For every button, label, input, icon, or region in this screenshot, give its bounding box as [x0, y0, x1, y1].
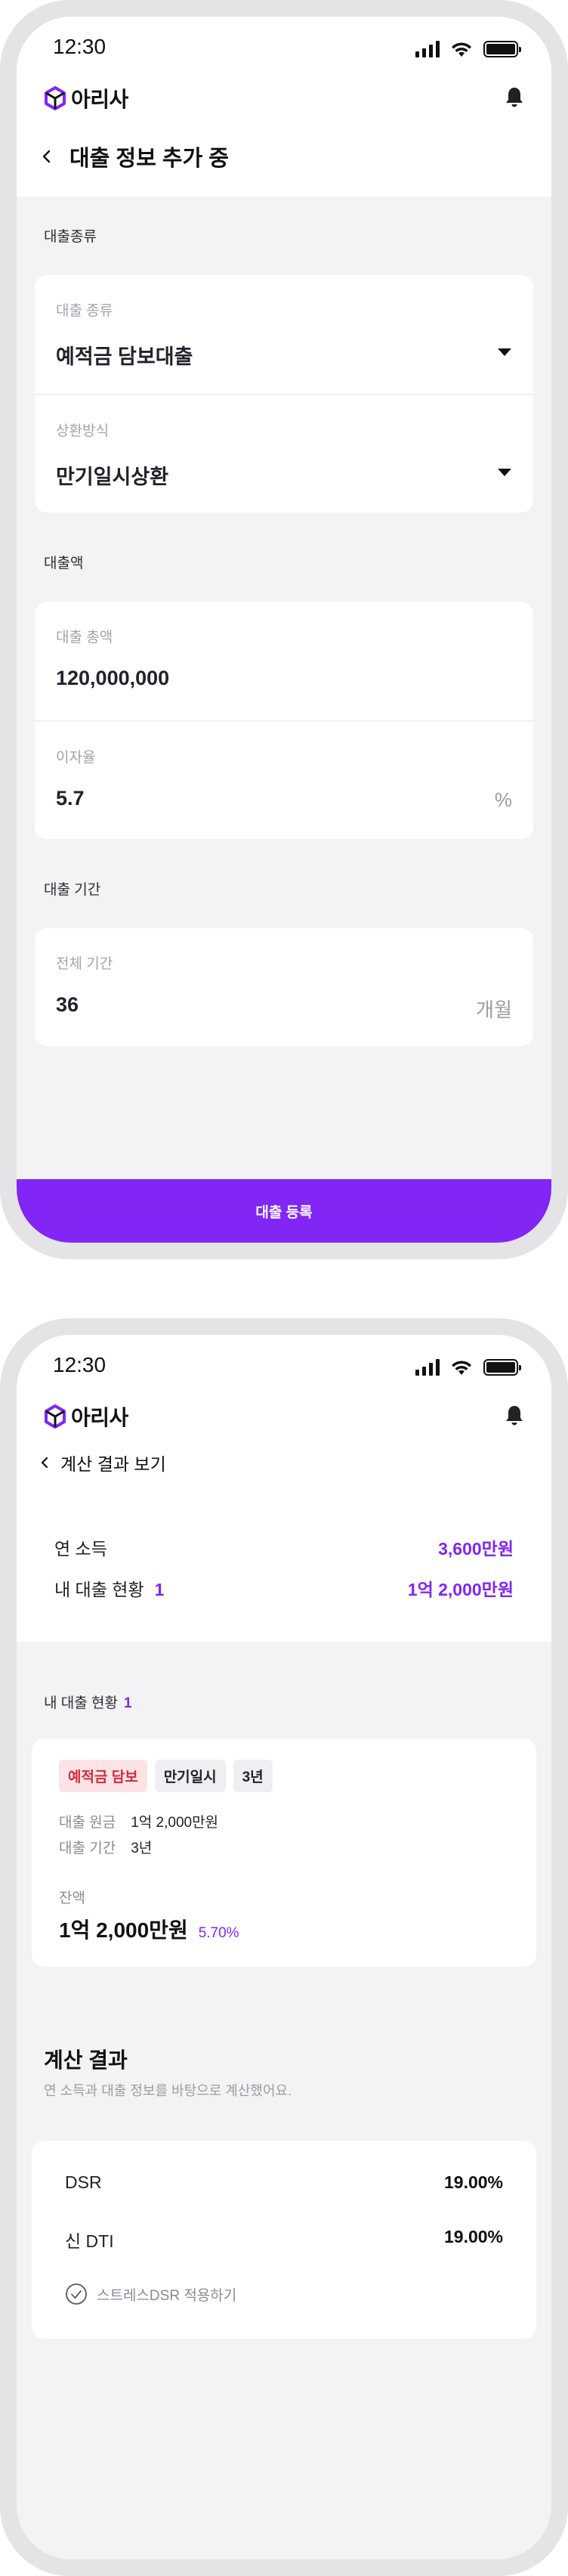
logo-text: 아리사	[71, 88, 128, 111]
register-loan-label: 대출 등록	[255, 1204, 313, 1221]
calc-result-subtitle: 연 소득과 대출 정보를 바탕으로 계산했어요.	[44, 2083, 292, 2098]
cellular-signal-icon	[415, 1359, 440, 1376]
my-loans-label: 내 대출 현황	[44, 1695, 118, 1711]
status-bar: 12:30	[17, 17, 551, 82]
dsr-row: DSR 19.00%	[65, 2172, 503, 2193]
status-time: 12:30	[53, 1353, 106, 1376]
page-header: 계산 결과 보기	[17, 1435, 551, 1491]
check-circle-icon	[66, 2283, 87, 2305]
app-header: 아리사	[17, 1400, 551, 1435]
dti-label: 신 DTI	[65, 2231, 114, 2251]
caret-down-icon	[498, 469, 511, 476]
total-amount-field[interactable]: 대출 총액 120,000,000	[35, 602, 533, 720]
loan-tags: 예적금 담보 만기일시 3년	[59, 1760, 273, 1792]
caret-down-icon	[498, 348, 511, 356]
loan-type-tag: 예적금 담보	[59, 1760, 147, 1792]
interest-rate-value: 5.7	[56, 787, 85, 810]
register-loan-button[interactable]: 대출 등록	[17, 1179, 551, 1243]
interest-rate: 5.70%	[198, 1925, 239, 1941]
repayment-select[interactable]: 상환방식 만기일시상환	[35, 394, 533, 512]
battery-icon	[483, 1359, 521, 1376]
section-label-amount: 대출액	[44, 556, 84, 571]
interest-rate-unit: %	[494, 788, 512, 811]
stress-dsr-toggle[interactable]: 스트레스DSR 적용하기	[65, 2283, 236, 2305]
battery-icon	[483, 41, 521, 57]
calc-result-card: DSR 19.00% 신 DTI 19.00% 스트레스DSR 적용하기	[32, 2141, 536, 2339]
loan-type-card: 대출 종류 예적금 담보대출 상환방식 만기일시상환	[35, 275, 533, 512]
stress-dsr-label: 스트레스DSR 적용하기	[97, 2287, 237, 2304]
my-loans-heading: 내 대출 현황 1	[44, 1692, 132, 1712]
page-header: 대출 정보 추가 중	[17, 116, 551, 197]
result-screen: 12:30 아리사 계산 결과 보기 연 소득 3,600만원 내 대출 현황 …	[17, 1335, 551, 2559]
status-time: 12:30	[53, 35, 106, 58]
loan-status-heading: 내 대출 현황 1	[54, 1575, 164, 1601]
interest-rate-label: 이자율	[56, 750, 96, 766]
balance-row: 1억 2,000만원 5.70%	[59, 1914, 239, 1944]
balance-label: 잔액	[59, 1890, 85, 1906]
phone-frame-result: 12:30 아리사 계산 결과 보기 연 소득 3,600만원 내 대출 현황 …	[0, 1318, 568, 2576]
interest-rate-field[interactable]: 이자율 5.7 %	[35, 720, 533, 839]
principal-label: 대출 원금	[59, 1815, 116, 1831]
back-chevron-icon[interactable]	[41, 149, 53, 164]
status-bar: 12:30	[17, 1335, 551, 1400]
period-tag: 3년	[233, 1760, 273, 1792]
app-logo[interactable]: 아리사	[44, 1401, 128, 1432]
bell-icon[interactable]	[505, 1404, 524, 1426]
total-amount-label: 대출 총액	[56, 630, 113, 646]
period-card: 전체 기간 36 개월	[35, 928, 533, 1046]
back-chevron-icon[interactable]	[39, 1456, 50, 1469]
loan-kind-label: 대출 종류	[56, 303, 113, 319]
loan-period-value: 3년	[131, 1841, 153, 1856]
dti-value: 19.00%	[443, 2227, 503, 2246]
page-title: 대출 정보 추가 중	[69, 147, 229, 171]
status-icons	[415, 38, 521, 57]
bell-icon[interactable]	[505, 86, 524, 107]
loan-kind-select[interactable]: 대출 종류 예적금 담보대출	[35, 275, 533, 394]
loan-status-value: 1억 2,000만원	[407, 1580, 514, 1599]
period-row: 대출 기간 3년	[59, 1837, 152, 1857]
income-value: 3,600만원	[438, 1539, 514, 1559]
period-field[interactable]: 전체 기간 36 개월	[35, 928, 533, 1047]
wifi-icon	[452, 1361, 471, 1375]
app-header: 아리사	[17, 82, 551, 116]
phone-frame-loan-input: 12:30 아리사 대출 정보 추가 중 대출종류 대출 종류 예적금 담보대출…	[0, 0, 568, 1259]
principal-row: 대출 원금 1억 2,000만원	[59, 1811, 218, 1831]
balance-value: 1억 2,000만원	[59, 1918, 188, 1942]
period-unit: 개월	[476, 999, 512, 1021]
repayment-label: 상환방식	[56, 423, 109, 439]
cube-logo-icon	[45, 86, 66, 110]
amount-card: 대출 총액 120,000,000 이자율 5.7 %	[35, 602, 533, 839]
period-label: 전체 기간	[56, 956, 113, 972]
repayment-tag: 만기일시	[154, 1760, 226, 1792]
income-label: 연 소득	[54, 1539, 107, 1559]
wifi-icon	[452, 42, 471, 57]
principal-value: 1억 2,000만원	[131, 1815, 219, 1831]
total-amount-value: 120,000,000	[56, 667, 170, 689]
logo-text: 아리사	[71, 1406, 128, 1429]
cube-logo-icon	[45, 1404, 66, 1429]
repayment-value: 만기일시상환	[56, 466, 169, 488]
cellular-signal-icon	[415, 41, 440, 57]
section-label-loan-type: 대출종류	[44, 229, 97, 245]
loan-kind-value: 예적금 담보대출	[56, 345, 193, 368]
loan-status-count: 1	[154, 1580, 165, 1599]
period-value: 36	[56, 993, 79, 1016]
dsr-label: DSR	[65, 2172, 102, 2192]
calc-result-title: 계산 결과	[44, 2048, 128, 2072]
loan-input-screen: 12:30 아리사 대출 정보 추가 중 대출종류 대출 종류 예적금 담보대출…	[17, 17, 551, 1243]
income-row: 연 소득 3,600만원	[54, 1534, 514, 1560]
my-loans-count: 1	[123, 1695, 132, 1711]
page-title: 계산 결과 보기	[60, 1454, 166, 1474]
loan-period-label: 대출 기간	[59, 1841, 116, 1856]
loan-item-card[interactable]: 예적금 담보 만기일시 3년 대출 원금 1억 2,000만원 대출 기간 3년…	[32, 1738, 536, 1967]
dsr-value: 19.00%	[443, 2172, 503, 2192]
loan-status-label: 내 대출 현황	[54, 1580, 144, 1599]
income-summary: 연 소득 3,600만원 내 대출 현황 1 1억 2,000만원	[17, 1491, 551, 1642]
app-logo[interactable]: 아리사	[44, 83, 128, 113]
status-icons	[415, 1356, 521, 1376]
loan-status-row: 내 대출 현황 1 1억 2,000만원	[54, 1575, 514, 1601]
dti-row: 신 DTI 19.00%	[65, 2227, 503, 2252]
section-label-period: 대출 기간	[44, 882, 101, 898]
